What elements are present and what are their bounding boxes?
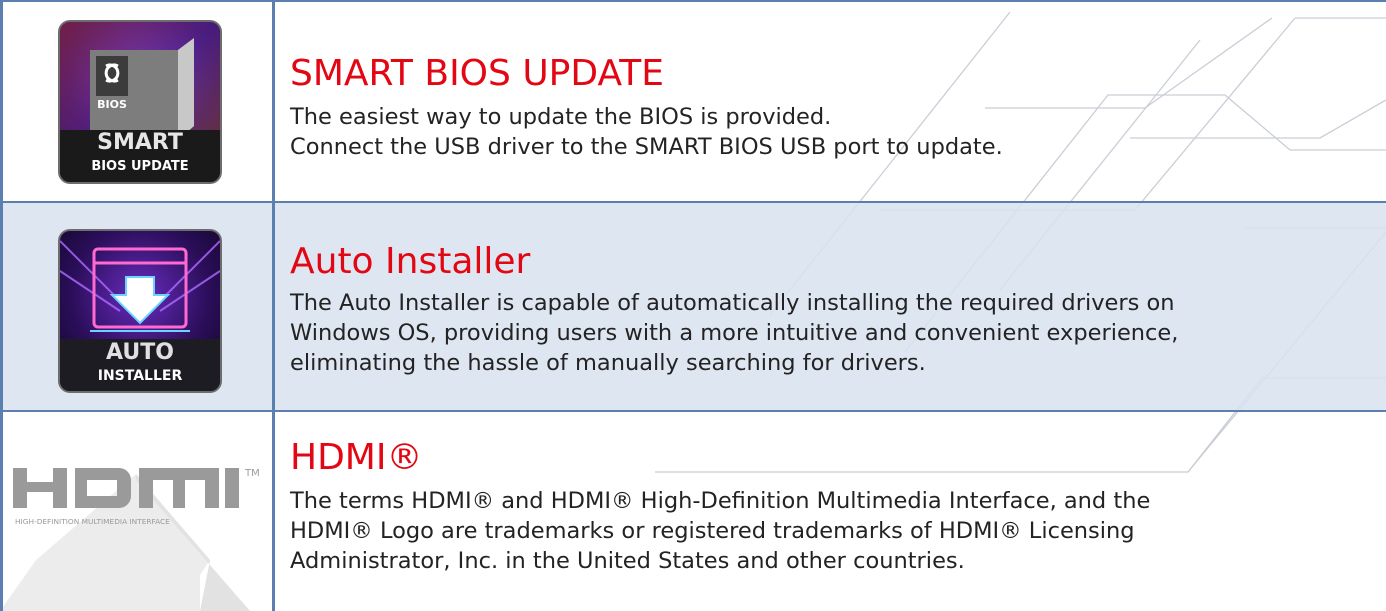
hdmi-tagline: HIGH-DEFINITION MULTIMEDIA INTERFACE <box>15 517 170 526</box>
feature-description: The easiest way to update the BIOS is pr… <box>290 102 1003 162</box>
feature-table: BIOS SMART BIOS UPDATE SMART BIOS UPDATE… <box>0 0 1386 611</box>
description-line: eliminating the hassle of manually searc… <box>290 350 926 376</box>
icon-cell: BIOS SMART BIOS UPDATE <box>3 2 275 201</box>
auto-installer-icon: AUTO INSTALLER <box>58 229 222 393</box>
icon-cell: AUTO INSTALLER <box>3 203 275 410</box>
description-line: Connect the USB driver to the SMART BIOS… <box>290 134 1003 160</box>
hdmi-logo: TM HIGH-DEFINITION MULTIMEDIA INTERFACE <box>13 468 260 526</box>
feature-title: SMART BIOS UPDATE <box>290 53 665 94</box>
feature-row-hdmi: TM HIGH-DEFINITION MULTIMEDIA INTERFACE … <box>3 412 1386 611</box>
feature-description: The terms HDMI® and HDMI® High-Definitio… <box>290 486 1150 576</box>
badge-big-text: SMART <box>97 130 183 155</box>
description-line: The Auto Installer is capable of automat… <box>290 290 1175 316</box>
description-line: Windows OS, providing users with a more … <box>290 320 1179 346</box>
smart-bios-update-icon: BIOS SMART BIOS UPDATE <box>58 20 222 184</box>
feature-row-smart-bios: BIOS SMART BIOS UPDATE SMART BIOS UPDATE… <box>3 0 1386 203</box>
description-line: Administrator, Inc. in the United States… <box>290 548 965 574</box>
badge-small-text: BIOS UPDATE <box>91 159 188 174</box>
badge-small-text: INSTALLER <box>98 368 183 384</box>
auto-installer-graphic: AUTO INSTALLER <box>60 240 220 391</box>
feature-title: Auto Installer <box>290 241 531 282</box>
smart-bios-update-graphic: BIOS SMART BIOS UPDATE <box>60 22 220 182</box>
feature-description: The Auto Installer is capable of automat… <box>290 288 1178 378</box>
description-line: The terms HDMI® and HDMI® High-Definitio… <box>290 488 1151 514</box>
description-line: HDMI® Logo are trademarks or registered … <box>290 518 1135 544</box>
hdmi-tm: TM <box>244 468 260 479</box>
feature-title: HDMI® <box>290 437 423 478</box>
chip-label: BIOS <box>97 98 127 111</box>
badge-big-text: AUTO <box>106 340 174 365</box>
icon-cell: TM HIGH-DEFINITION MULTIMEDIA INTERFACE <box>3 412 275 611</box>
feature-row-auto-installer: AUTO INSTALLER Auto Installer The Auto I… <box>3 203 1386 412</box>
description-line: The easiest way to update the BIOS is pr… <box>290 104 832 130</box>
